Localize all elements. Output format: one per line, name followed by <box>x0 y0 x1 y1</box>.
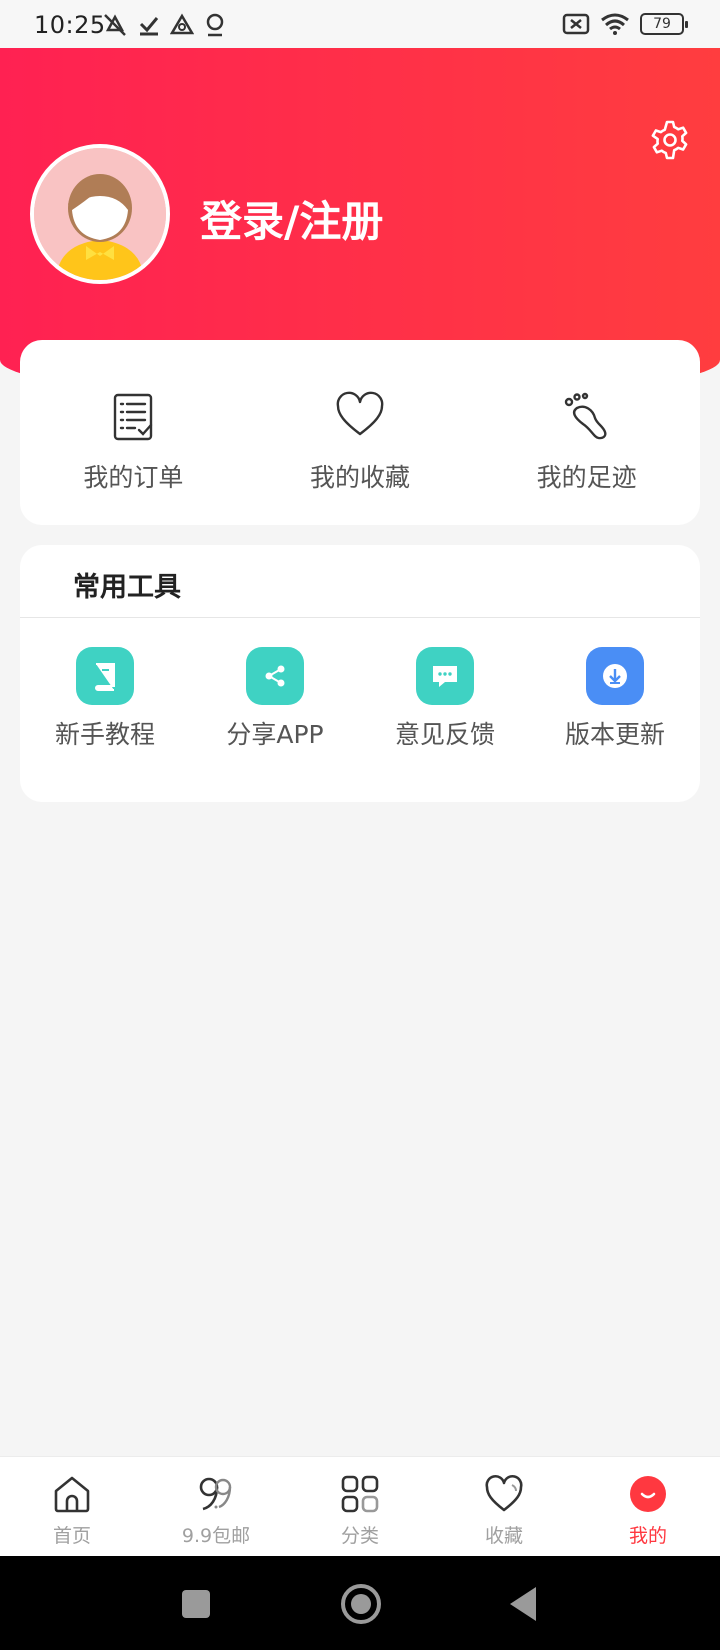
book-icon <box>95 663 115 691</box>
share-icon-tile <box>246 647 304 705</box>
status-bar: 10:25 79 <box>0 0 720 48</box>
tools-title: 常用工具 <box>73 572 181 603</box>
home-circle-icon[interactable] <box>341 1584 381 1624</box>
status-right-icons: 79 <box>562 12 688 36</box>
avatar-girl-icon <box>34 148 166 280</box>
tutorial-button[interactable]: 新手教程 <box>20 647 190 751</box>
status-time: 10:25 <box>34 11 106 39</box>
my-favorites-button[interactable]: 我的收藏 <box>247 340 474 525</box>
my-footprints-label: 我的足迹 <box>536 463 637 492</box>
no-sim-icon <box>562 13 590 35</box>
recent-apps-icon[interactable] <box>182 1590 210 1618</box>
share-icon <box>265 665 285 687</box>
tab-free-shipping[interactable]: 9.9包邮 <box>144 1457 288 1556</box>
settings-gear-icon[interactable] <box>648 118 692 162</box>
system-navigation-bar <box>0 1556 720 1650</box>
tools-divider <box>20 617 700 618</box>
quick-actions-card: 我的订单 我的收藏 我的足迹 <box>20 340 700 525</box>
feedback-icon-tile <box>416 647 474 705</box>
tab-favorites[interactable]: 收藏 <box>432 1457 576 1556</box>
battery-indicator: 79 <box>640 13 688 35</box>
login-register-link[interactable]: 登录/注册 <box>200 188 383 249</box>
footprint-icon <box>564 392 607 440</box>
bottom-tab-bar: 首页 9.9包邮 分类 收藏 我的 <box>0 1456 720 1556</box>
my-footprints-button[interactable]: 我的足迹 <box>473 340 700 525</box>
version-update-icon-tile <box>586 647 644 705</box>
heart-icon <box>336 391 384 436</box>
chat-icon <box>433 666 457 687</box>
tab-category[interactable]: 分类 <box>288 1457 432 1556</box>
tab-home-label: 首页 <box>52 1525 91 1547</box>
order-list-icon <box>114 393 153 441</box>
nine-nine-icon <box>199 1477 232 1511</box>
tutorial-label: 新手教程 <box>54 720 155 749</box>
avatar[interactable] <box>30 144 170 284</box>
mute-icon <box>104 14 126 36</box>
tab-category-label: 分类 <box>340 1525 379 1547</box>
share-app-button[interactable]: 分享APP <box>190 647 360 751</box>
feedback-button[interactable]: 意见反馈 <box>360 647 530 751</box>
feedback-label: 意见反馈 <box>394 720 495 749</box>
my-orders-button[interactable]: 我的订单 <box>20 340 247 525</box>
download-icon <box>603 664 627 688</box>
my-orders-label: 我的订单 <box>83 463 184 492</box>
version-update-label: 版本更新 <box>564 720 665 749</box>
tutorial-icon-tile <box>76 647 134 705</box>
grid-icon <box>341 1475 379 1513</box>
tab-free-shipping-label: 9.9包邮 <box>181 1525 251 1547</box>
tab-mine-label: 我的 <box>628 1525 667 1547</box>
heart-icon <box>485 1474 523 1512</box>
my-favorites-label: 我的收藏 <box>310 463 411 492</box>
back-triangle-icon[interactable] <box>510 1587 536 1621</box>
home-icon <box>54 1476 90 1513</box>
version-update-button[interactable]: 版本更新 <box>530 647 700 751</box>
triangle-icon <box>170 13 194 35</box>
checkmark-icon <box>139 17 159 36</box>
wifi-icon <box>601 13 629 35</box>
tab-mine[interactable]: 我的 <box>576 1457 720 1556</box>
common-tools-card: 常用工具 新手教程 分享APP 意见反馈 版本更新 <box>20 545 700 802</box>
tab-favorites-label: 收藏 <box>484 1525 523 1547</box>
location-pin-icon <box>206 13 224 37</box>
tab-home[interactable]: 首页 <box>0 1457 144 1556</box>
status-left-icons <box>102 12 226 38</box>
share-app-label: 分享APP <box>226 720 324 749</box>
smile-icon <box>630 1476 666 1512</box>
tools-row: 新手教程 分享APP 意见反馈 版本更新 <box>20 647 700 751</box>
